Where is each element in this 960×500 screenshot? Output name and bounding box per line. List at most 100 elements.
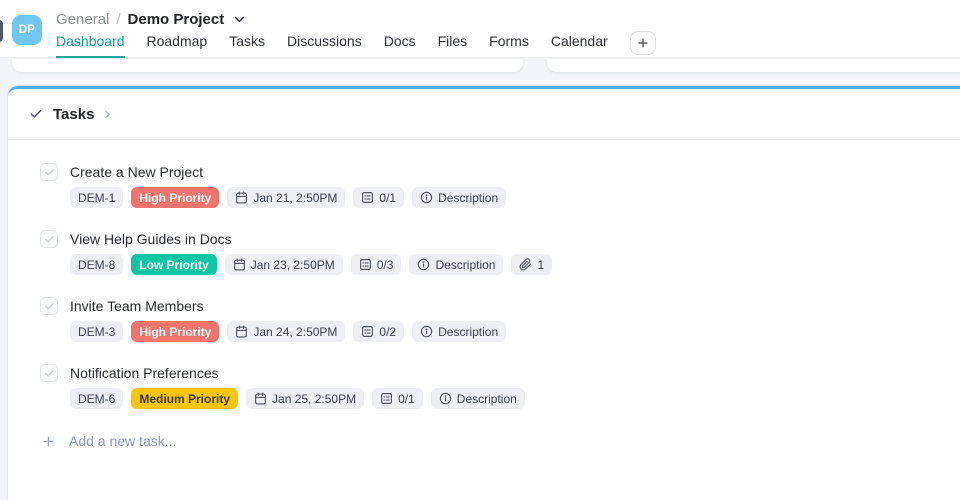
calendar-icon: [254, 392, 267, 405]
partial-widget-card-right: [547, 59, 960, 72]
attachments-count: 1: [537, 257, 545, 272]
info-icon: [420, 191, 433, 204]
project-avatar[interactable]: DP: [12, 15, 42, 45]
partial-widget-card-left: [12, 59, 523, 72]
priority-badge[interactable]: Medium Priority: [131, 388, 239, 409]
task-checkbox[interactable]: [40, 297, 58, 315]
calendar-icon: [235, 325, 248, 338]
task-badges: DEM-8 Low Priority Jan 23, 2:50PM 0/3 De…: [70, 254, 960, 275]
description-badge[interactable]: Description: [409, 254, 504, 275]
task-id: DEM-8: [78, 257, 116, 272]
due-date-badge[interactable]: Jan 25, 2:50PM: [246, 388, 365, 409]
priority-label: High Priority: [139, 324, 212, 339]
priority-label: Medium Priority: [139, 391, 231, 406]
description-badge[interactable]: Description: [412, 321, 507, 342]
task-id: DEM-3: [78, 324, 116, 339]
tab-docs[interactable]: Docs: [384, 33, 416, 58]
tab-bar: Dashboard Roadmap Tasks Discussions Docs File…: [56, 31, 656, 58]
tab-discussions[interactable]: Discussions: [287, 33, 362, 58]
dashboard-scroll-area: Tasks Create a New Project DEM-1 High Pr…: [0, 59, 960, 500]
checklist-icon: [359, 258, 372, 271]
chevron-down-icon[interactable]: [232, 12, 247, 27]
priority-label: Low Priority: [139, 257, 209, 272]
due-date-badge[interactable]: Jan 24, 2:50PM: [227, 321, 346, 342]
task-checkbox[interactable]: [40, 163, 58, 181]
breadcrumb-parent[interactable]: General: [56, 11, 109, 28]
breadcrumb-separator: /: [116, 10, 121, 28]
breadcrumb: General / Demo Project: [56, 8, 247, 30]
task-badges: DEM-3 High Priority Jan 24, 2:50PM 0/2 D…: [70, 321, 960, 342]
subtasks-count: 0/2: [379, 324, 397, 339]
paperclip-icon: [519, 258, 532, 271]
task-row[interactable]: Notification Preferences DEM-6 Medium Pr…: [8, 357, 960, 424]
calendar-icon: [235, 191, 248, 204]
tab-dashboard[interactable]: Dashboard: [56, 33, 125, 58]
checklist-icon: [361, 325, 374, 338]
check-icon: [29, 107, 43, 121]
edge-sliver: [0, 20, 3, 42]
info-icon: [439, 392, 452, 405]
due-date: Jan 25, 2:50PM: [272, 391, 357, 406]
checklist-icon: [361, 191, 374, 204]
description-label: Description: [435, 257, 496, 272]
tab-tasks[interactable]: Tasks: [229, 33, 265, 58]
attachments-badge[interactable]: 1: [511, 254, 553, 275]
tab-calendar[interactable]: Calendar: [551, 33, 608, 58]
due-date: Jan 23, 2:50PM: [250, 257, 335, 272]
due-date: Jan 24, 2:50PM: [253, 324, 338, 339]
task-id-badge[interactable]: DEM-3: [70, 321, 124, 342]
tab-roadmap[interactable]: Roadmap: [147, 33, 208, 58]
calendar-icon: [233, 258, 246, 271]
tasks-widget-title: Tasks: [53, 105, 95, 123]
tasks-widget-header[interactable]: Tasks: [8, 89, 960, 140]
tab-files[interactable]: Files: [438, 33, 468, 58]
subtasks-badge[interactable]: 0/1: [353, 187, 405, 208]
task-row[interactable]: Create a New Project DEM-1 High Priority…: [8, 156, 960, 223]
description-badge[interactable]: Description: [412, 187, 507, 208]
info-icon: [417, 258, 430, 271]
task-row[interactable]: View Help Guides in Docs DEM-8 Low Prior…: [8, 223, 960, 290]
task-title[interactable]: View Help Guides in Docs: [70, 223, 960, 248]
breadcrumb-current[interactable]: Demo Project: [128, 11, 225, 28]
description-label: Description: [456, 391, 517, 406]
chevron-right-icon[interactable]: [101, 108, 114, 121]
check-icon: [44, 167, 55, 178]
plus-icon: [41, 434, 56, 449]
app-header: DP General / Demo Project Dashboard Roadm…: [0, 0, 960, 58]
subtasks-count: 0/3: [376, 257, 394, 272]
due-date: Jan 21, 2:50PM: [253, 190, 338, 205]
plus-icon: [636, 36, 650, 50]
tab-forms[interactable]: Forms: [489, 33, 529, 58]
task-title[interactable]: Invite Team Members: [70, 290, 960, 315]
task-title[interactable]: Notification Preferences: [70, 357, 960, 382]
task-row[interactable]: Invite Team Members DEM-3 High Priority …: [8, 290, 960, 357]
task-list: Create a New Project DEM-1 High Priority…: [8, 140, 960, 424]
due-date-badge[interactable]: Jan 21, 2:50PM: [227, 187, 346, 208]
subtasks-count: 0/1: [398, 391, 415, 406]
task-id-badge[interactable]: DEM-8: [70, 254, 124, 275]
due-date-badge[interactable]: Jan 23, 2:50PM: [224, 254, 343, 275]
task-checkbox[interactable]: [40, 364, 58, 382]
subtasks-badge[interactable]: 0/1: [372, 388, 423, 409]
task-id-badge[interactable]: DEM-1: [70, 187, 124, 208]
task-badges: DEM-1 High Priority Jan 21, 2:50PM 0/1 D…: [70, 187, 960, 208]
check-icon: [44, 234, 55, 245]
description-badge[interactable]: Description: [430, 388, 525, 409]
check-icon: [44, 301, 55, 312]
priority-badge[interactable]: Low Priority: [131, 254, 217, 275]
priority-badge[interactable]: High Priority: [131, 187, 220, 208]
info-icon: [420, 325, 433, 338]
subtasks-badge[interactable]: 0/2: [353, 321, 405, 342]
add-task-button[interactable]: Add a new task...: [8, 433, 960, 449]
priority-badge[interactable]: High Priority: [131, 321, 220, 342]
subtasks-count: 0/1: [379, 190, 397, 205]
checklist-icon: [380, 392, 393, 405]
task-title[interactable]: Create a New Project: [70, 156, 960, 181]
description-label: Description: [438, 324, 499, 339]
subtasks-badge[interactable]: 0/3: [350, 254, 402, 275]
task-badges: DEM-6 Medium Priority Jan 25, 2:50PM 0/1: [70, 388, 960, 409]
task-id-badge[interactable]: DEM-6: [70, 388, 124, 409]
task-checkbox[interactable]: [40, 230, 58, 248]
task-id: DEM-6: [78, 391, 116, 406]
add-tab-button[interactable]: [629, 31, 656, 55]
